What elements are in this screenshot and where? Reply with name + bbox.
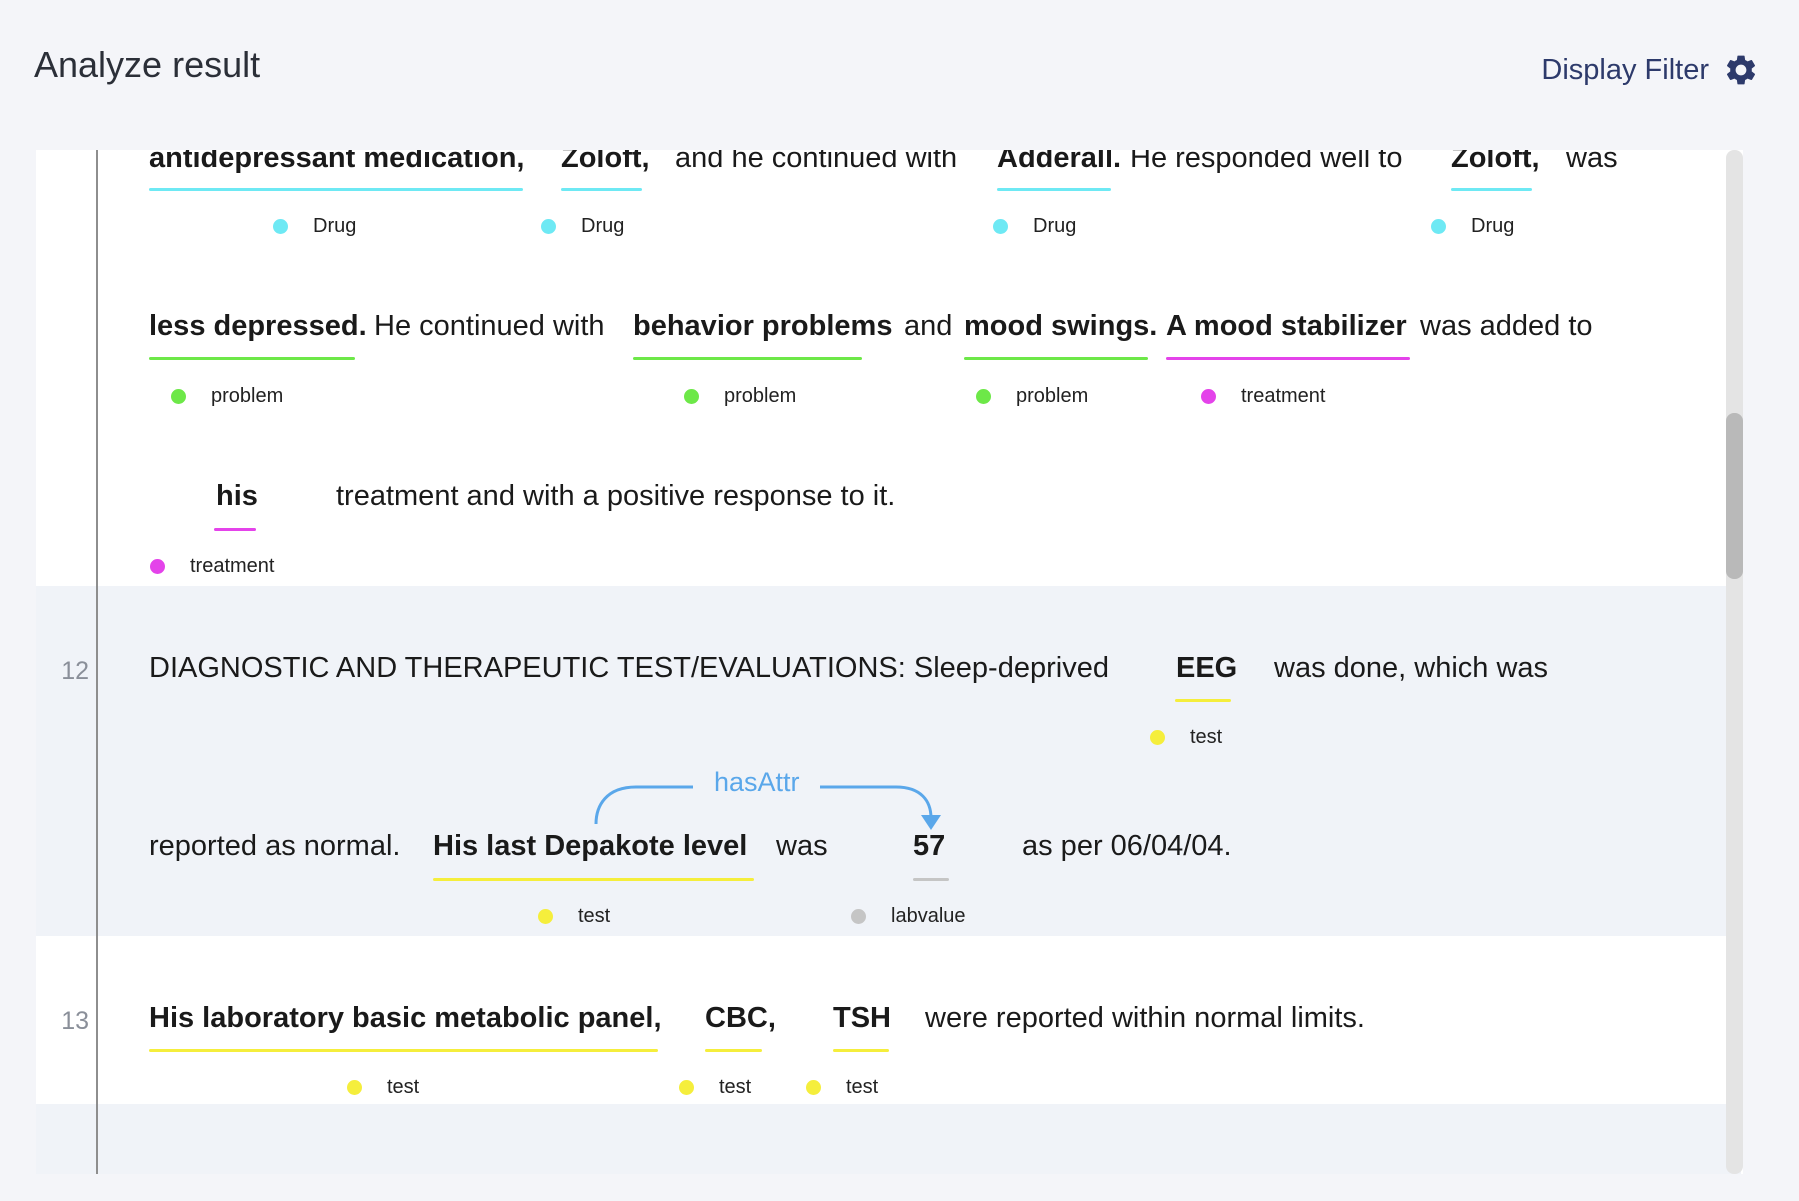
entity-word[interactable]: Zoloft, xyxy=(1451,150,1540,175)
labvalue-underline xyxy=(913,878,949,881)
arrowhead-icon xyxy=(921,815,941,830)
problem-underline xyxy=(964,357,1148,360)
entity-word[interactable]: Adderall. xyxy=(997,150,1121,175)
entity-tag-test[interactable]: test xyxy=(347,1076,419,1099)
line-block-12: 12 DIAGNOSTIC AND THERAPEUTIC TEST/EVALU… xyxy=(36,586,1741,936)
plain-word: was done, which was xyxy=(1274,652,1549,684)
entity-word[interactable]: A mood stabilizer xyxy=(1166,310,1407,343)
line-block-14 xyxy=(36,1104,1741,1174)
test-underline xyxy=(433,878,754,881)
line-block-11: antidepressant medication, Zoloft, and h… xyxy=(36,150,1741,586)
treatment-underline xyxy=(1166,357,1410,360)
plain-word: as per 06/04/04. xyxy=(1022,830,1232,862)
entity-tag-drug[interactable]: Drug xyxy=(1431,215,1514,238)
entity-tag-test[interactable]: test xyxy=(679,1076,751,1099)
gear-icon[interactable] xyxy=(1723,52,1759,88)
plain-word: and xyxy=(904,310,953,342)
entity-word[interactable]: TSH xyxy=(833,1002,891,1035)
relation-arrow[interactable] xyxy=(36,586,1741,936)
drug-underline xyxy=(1451,188,1532,191)
entity-word[interactable]: less depressed. xyxy=(149,310,367,343)
entity-word[interactable]: His last Depakote level xyxy=(433,830,747,863)
line-number: 13 xyxy=(61,1007,89,1035)
entity-tag-test[interactable]: test xyxy=(538,905,610,928)
test-underline xyxy=(1175,699,1231,702)
display-filter-button[interactable]: Display Filter xyxy=(1541,52,1759,88)
entity-tag-test[interactable]: test xyxy=(1150,726,1222,749)
plain-word: and he continued with xyxy=(675,150,958,174)
entity-tag-problem[interactable]: problem xyxy=(684,385,796,408)
entity-word[interactable]: His laboratory basic metabolic panel, xyxy=(149,1002,662,1035)
gutter-divider xyxy=(96,150,98,1174)
plain-word: treatment and with a positive response t… xyxy=(336,480,896,512)
vertical-scrollbar[interactable] xyxy=(1726,150,1743,1174)
entity-word[interactable]: mood swings. xyxy=(964,310,1157,343)
entity-tag-treatment[interactable]: treatment xyxy=(1201,385,1325,408)
entity-word[interactable]: 57 xyxy=(913,830,945,863)
plain-word: were reported within normal limits. xyxy=(925,1002,1365,1034)
display-filter-label: Display Filter xyxy=(1541,53,1709,86)
entity-tag-problem[interactable]: problem xyxy=(976,385,1088,408)
plain-word: was xyxy=(1566,150,1618,174)
line-block-13: 13 His laboratory basic metabolic panel,… xyxy=(36,936,1741,1104)
problem-underline xyxy=(149,357,355,360)
entity-word[interactable]: EEG xyxy=(1176,652,1237,685)
plain-word: reported as normal. xyxy=(149,830,401,862)
relation-label[interactable]: hasAttr xyxy=(714,767,800,798)
entity-word[interactable]: Zoloft, xyxy=(561,150,650,175)
entity-tag-drug[interactable]: Drug xyxy=(541,215,624,238)
entity-tag-treatment[interactable]: treatment xyxy=(150,555,274,578)
entity-tag-test[interactable]: test xyxy=(806,1076,878,1099)
page-title: Analyze result xyxy=(34,44,261,85)
treatment-underline xyxy=(214,528,256,531)
line-number: 12 xyxy=(61,657,89,685)
plain-word: He continued with xyxy=(374,310,605,342)
entity-tag-problem[interactable]: problem xyxy=(171,385,283,408)
plain-word: was xyxy=(776,830,828,862)
result-panel[interactable]: antidepressant medication, Zoloft, and h… xyxy=(36,150,1743,1174)
entity-tag-drug[interactable]: Drug xyxy=(993,215,1076,238)
test-underline xyxy=(833,1049,889,1052)
test-underline xyxy=(149,1049,658,1052)
problem-underline xyxy=(633,357,862,360)
entity-word[interactable]: behavior problems xyxy=(633,310,892,343)
drug-underline xyxy=(561,188,642,191)
plain-word: He responded well to xyxy=(1130,150,1403,174)
entity-word[interactable]: CBC, xyxy=(705,1002,776,1035)
scrollbar-thumb[interactable] xyxy=(1726,413,1743,579)
drug-underline xyxy=(997,188,1111,191)
entity-word[interactable]: his xyxy=(216,480,258,513)
plain-word: was added to xyxy=(1420,310,1593,342)
drug-underline xyxy=(149,188,523,191)
test-underline xyxy=(705,1049,762,1052)
entity-tag-drug[interactable]: Drug xyxy=(273,215,356,238)
plain-word: DIAGNOSTIC AND THERAPEUTIC TEST/EVALUATI… xyxy=(149,652,1109,684)
entity-tag-labvalue[interactable]: labvalue xyxy=(851,905,966,928)
entity-word[interactable]: antidepressant medication, xyxy=(149,150,525,175)
